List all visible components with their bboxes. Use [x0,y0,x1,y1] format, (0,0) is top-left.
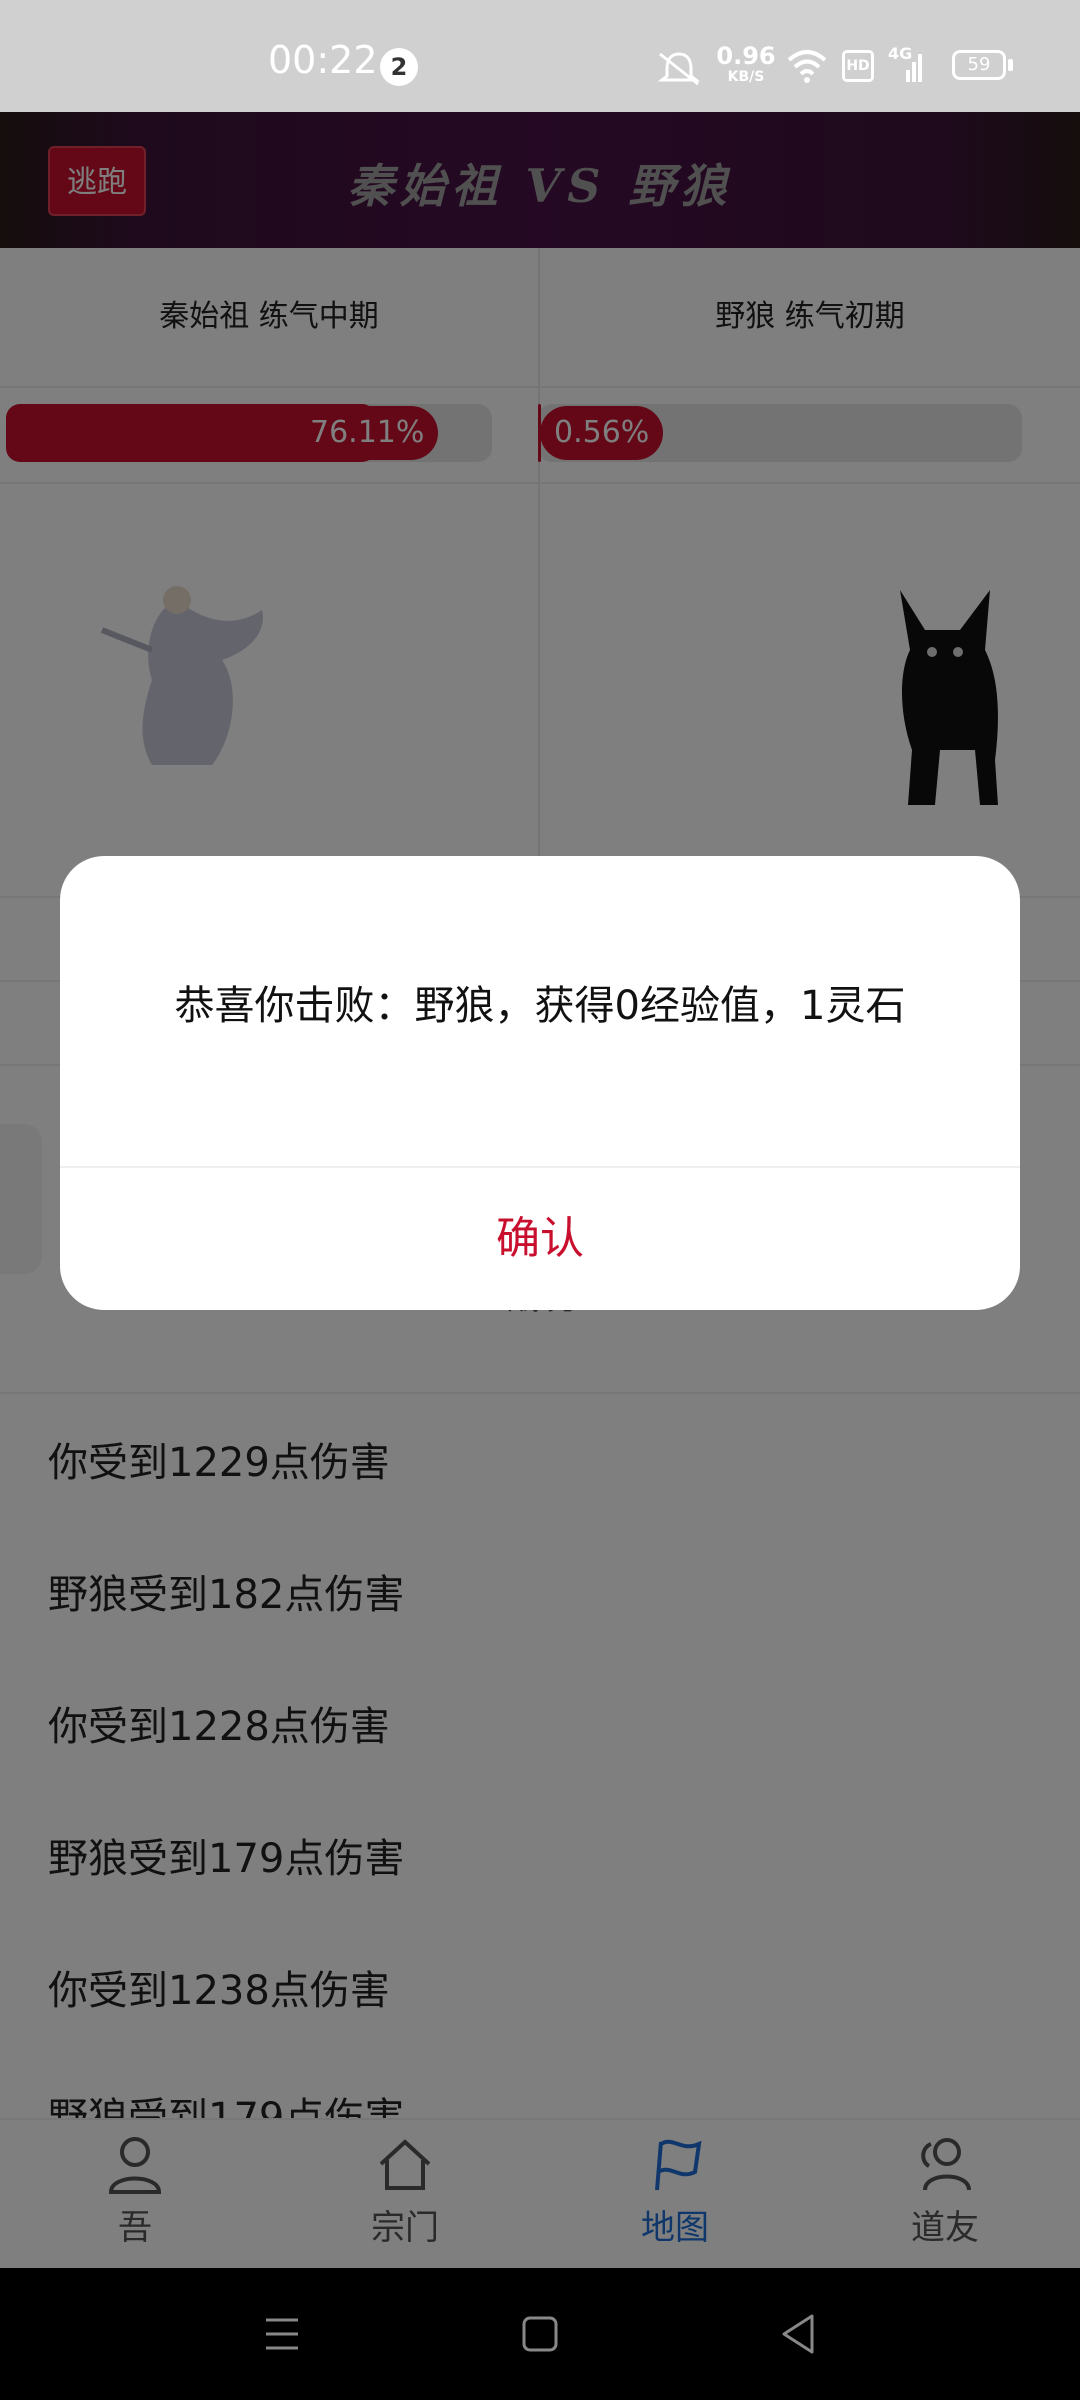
home-square-icon[interactable] [520,2314,560,2354]
battery-indicator: 59 [952,50,1006,80]
net-speed-value: 0.96 [716,42,776,70]
net-speed-indicator: 0.96 KB/S [716,44,776,84]
back-icon[interactable] [778,2312,818,2356]
hd-badge: HD [842,50,874,82]
victory-dialog: 恭喜你击败：野狼，获得0经验值，1灵石 确认 [60,856,1020,1310]
mute-bell-icon [657,52,701,86]
confirm-button[interactable]: 确认 [60,1168,1020,1310]
status-time: 00:22 [268,38,378,82]
signal-icon [906,54,922,82]
battery-tip [1008,59,1013,71]
dialog-message: 恭喜你击败：野狼，获得0经验值，1灵石 [174,983,906,1029]
wifi-icon [787,50,827,83]
net-speed-unit: KB/S [727,69,765,85]
menu-icon[interactable] [262,2314,302,2354]
notification-count-badge: 2 [380,48,418,86]
